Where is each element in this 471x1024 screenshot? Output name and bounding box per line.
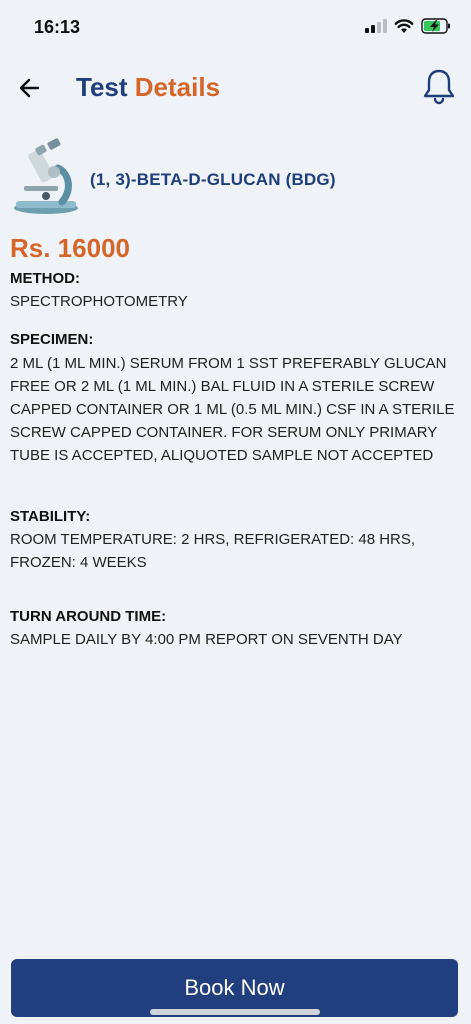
book-now-label: Book Now	[184, 975, 285, 1000]
stability-label: STABILITY:	[10, 508, 91, 525]
turnaround-value: SAMPLE DAILY BY 4:00 PM REPORT ON SEVENT…	[10, 631, 403, 648]
status-icons	[365, 18, 451, 34]
test-price: Rs. 16000	[10, 233, 130, 263]
method-value: SPECTROPHOTOMETRY	[10, 293, 188, 310]
microscope-icon	[14, 138, 78, 214]
test-header: (1, 3)-BETA-D-GLUCAN (BDG)	[10, 138, 460, 218]
home-indicator[interactable]	[150, 1009, 320, 1015]
battery-charging-icon	[421, 18, 450, 34]
status-time: 16:13	[34, 17, 81, 37]
status-bar: 16:13	[0, 0, 471, 56]
specimen-label: SPECIMEN:	[10, 331, 94, 348]
bell-icon	[423, 69, 455, 105]
specimen-value: 2 ML (1 ML MIN.) SERUM FROM 1 SST PREFER…	[10, 355, 455, 464]
page-title: Test Details	[76, 72, 220, 103]
app-header: Test Details	[0, 62, 471, 114]
back-button[interactable]	[16, 74, 44, 102]
test-name: (1, 3)-BETA-D-GLUCAN (BDG)	[90, 170, 336, 189]
stability-value: ROOM TEMPERATURE: 2 HRS, REFRIGERATED: 4…	[10, 531, 416, 571]
method-label: METHOD:	[10, 270, 80, 287]
turnaround-label: TURN AROUND TIME:	[10, 608, 167, 625]
page-title-part1: Test	[76, 72, 128, 102]
wifi-icon	[394, 18, 414, 33]
signal-icon	[365, 19, 387, 33]
notification-button[interactable]	[421, 68, 457, 106]
arrow-left-icon	[19, 78, 40, 98]
page-title-part2: Details	[134, 72, 221, 102]
